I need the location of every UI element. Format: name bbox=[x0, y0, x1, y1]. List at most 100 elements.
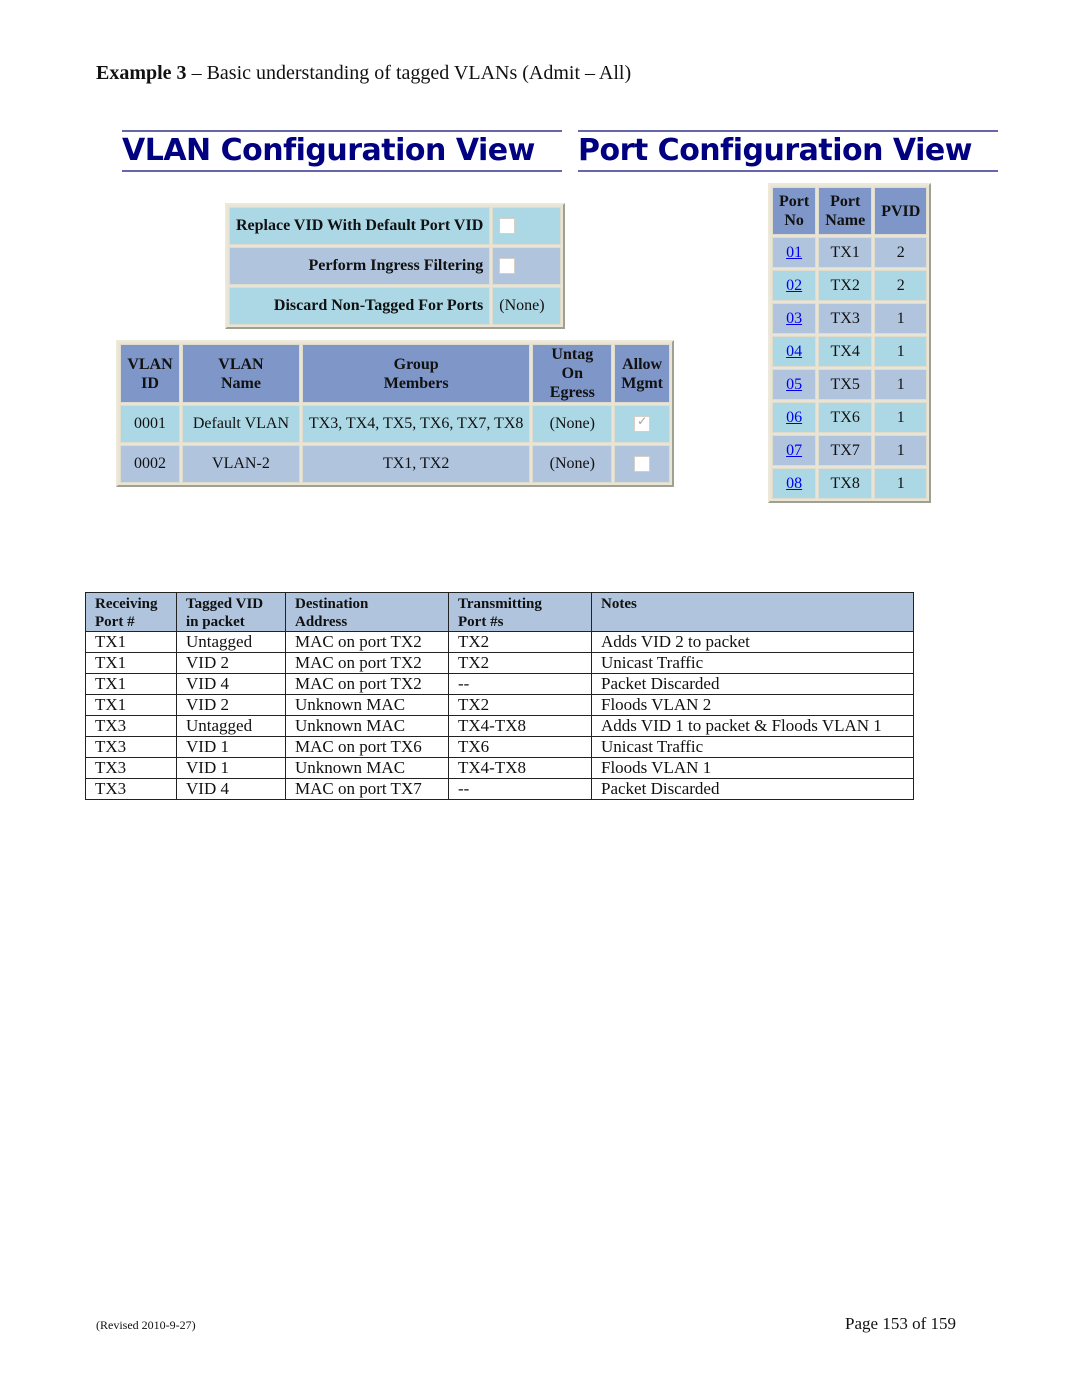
port-number-link[interactable]: 04 bbox=[786, 343, 802, 360]
port-name: TX7 bbox=[818, 435, 873, 466]
port-row: 08 TX8 1 bbox=[772, 468, 928, 499]
notes: Packet Discarded bbox=[591, 778, 914, 800]
port-number-link[interactable]: 06 bbox=[786, 409, 802, 426]
port-pvid: 1 bbox=[874, 369, 928, 400]
vlan-name: VLAN-2 bbox=[181, 445, 300, 483]
col-notes: Notes bbox=[591, 592, 914, 632]
port-pvid: 2 bbox=[874, 270, 928, 301]
traffic-row: TX3 VID 4 MAC on port TX7 -- Packet Discarde… bbox=[85, 778, 914, 800]
transmitting-ports: -- bbox=[448, 778, 592, 800]
tagged-vid: VID 2 bbox=[176, 652, 286, 674]
vlan-name: Default VLAN bbox=[181, 405, 300, 443]
notes: Unicast Traffic bbox=[591, 736, 914, 758]
traffic-row: TX1 VID 2 Unknown MAC TX2 Floods VLAN 2 bbox=[85, 694, 914, 716]
example-heading-text: – Basic understanding of tagged VLANs (A… bbox=[186, 62, 632, 84]
notes: Packet Discarded bbox=[591, 673, 914, 695]
traffic-row: TX3 VID 1 Unknown MAC TX4-TX8 Floods VLAN 1 bbox=[85, 757, 914, 779]
tagged-vid: VID 1 bbox=[176, 757, 286, 779]
allow-mgmt-checkbox[interactable] bbox=[634, 456, 651, 473]
notes: Unicast Traffic bbox=[591, 652, 914, 674]
allow-mgmt-checkbox[interactable] bbox=[634, 414, 651, 433]
port-row: 05 TX5 1 bbox=[772, 369, 928, 400]
vlan-table: VLAN ID VLAN Name Group Members Untag On Egr… bbox=[116, 340, 674, 487]
page-number: Page 153 of 159 bbox=[845, 1314, 956, 1333]
transmitting-ports: TX2 bbox=[448, 694, 592, 716]
example-heading-bold: Example 3 bbox=[96, 62, 187, 84]
port-pvid: 1 bbox=[874, 468, 928, 499]
vlan-id: 0002 bbox=[120, 445, 180, 483]
vlan-id: 0001 bbox=[120, 405, 180, 443]
receiving-port: TX3 bbox=[85, 715, 177, 737]
port-number-link[interactable]: 03 bbox=[786, 310, 802, 327]
col-vlan-id: VLAN ID bbox=[120, 344, 180, 403]
option-row-replace-vid: Replace VID With Default Port VID bbox=[229, 207, 561, 245]
destination-address: Unknown MAC bbox=[285, 715, 449, 737]
port-number-link[interactable]: 02 bbox=[786, 277, 802, 294]
port-number-link[interactable]: 08 bbox=[786, 475, 802, 492]
port-name: TX6 bbox=[818, 402, 873, 433]
vlan-table-header: VLAN ID VLAN Name Group Members Untag On Egr… bbox=[120, 344, 670, 403]
option-label: Replace VID With Default Port VID bbox=[229, 207, 491, 245]
option-row-ingress-filtering: Perform Ingress Filtering bbox=[229, 247, 561, 285]
port-name: TX4 bbox=[818, 336, 873, 367]
port-pvid: 1 bbox=[874, 435, 928, 466]
col-pvid: PVID bbox=[874, 187, 928, 235]
col-port-no: Port No bbox=[772, 187, 817, 235]
replace-vid-checkbox[interactable] bbox=[499, 218, 516, 235]
port-number-link[interactable]: 07 bbox=[786, 442, 802, 459]
port-row: 03 TX3 1 bbox=[772, 303, 928, 334]
col-tagged-vid: Tagged VID in packet bbox=[176, 592, 286, 632]
destination-address: MAC on port TX6 bbox=[285, 736, 449, 758]
notes: Floods VLAN 2 bbox=[591, 694, 914, 716]
port-number-link[interactable]: 01 bbox=[786, 244, 802, 261]
port-configuration-view-title: Port Configuration View bbox=[578, 130, 998, 172]
option-row-discard-non-tagged: Discard Non-Tagged For Ports (None) bbox=[229, 287, 561, 325]
col-destination: Destination Address bbox=[285, 592, 449, 632]
port-number-link[interactable]: 05 bbox=[786, 376, 802, 393]
notes: Adds VID 1 to packet & Floods VLAN 1 bbox=[591, 715, 914, 737]
vlan-untag: (None) bbox=[532, 445, 613, 483]
notes: Adds VID 2 to packet bbox=[591, 631, 914, 653]
transmitting-ports: -- bbox=[448, 673, 592, 695]
port-pvid: 2 bbox=[874, 237, 928, 268]
port-name: TX2 bbox=[818, 270, 873, 301]
tagged-vid: Untagged bbox=[176, 715, 286, 737]
tagged-vid: VID 2 bbox=[176, 694, 286, 716]
receiving-port: TX1 bbox=[85, 652, 177, 674]
receiving-port: TX1 bbox=[85, 631, 177, 653]
tagged-vid: VID 4 bbox=[176, 778, 286, 800]
destination-address: MAC on port TX2 bbox=[285, 652, 449, 674]
port-table: Port No Port Name PVID 01 TX1 2 02 TX2 2 03 TX3 1 0… bbox=[768, 183, 932, 503]
vlan-row: 0002 VLAN-2 TX1, TX2 (None) bbox=[120, 445, 670, 483]
col-port-name: Port Name bbox=[818, 187, 873, 235]
destination-address: MAC on port TX2 bbox=[285, 673, 449, 695]
receiving-port: TX3 bbox=[85, 778, 177, 800]
col-untag-on-egress: Untag On Egress bbox=[532, 344, 613, 403]
port-pvid: 1 bbox=[874, 303, 928, 334]
destination-address: Unknown MAC bbox=[285, 694, 449, 716]
option-label: Perform Ingress Filtering bbox=[229, 247, 491, 285]
vlan-members: TX1, TX2 bbox=[301, 445, 531, 483]
example-heading: Example 3 – Basic understanding of tagge… bbox=[96, 62, 631, 85]
vlan-untag: (None) bbox=[532, 405, 613, 443]
vlan-configuration-view-title: VLAN Configuration View bbox=[122, 130, 562, 172]
col-vlan-name: VLAN Name bbox=[181, 344, 300, 403]
traffic-row: TX1 VID 2 MAC on port TX2 TX2 Unicast Traffi… bbox=[85, 652, 914, 674]
port-table-header: Port No Port Name PVID bbox=[772, 187, 928, 235]
transmitting-ports: TX2 bbox=[448, 631, 592, 653]
tagged-vid: VID 4 bbox=[176, 673, 286, 695]
destination-address: MAC on port TX2 bbox=[285, 631, 449, 653]
ingress-filtering-checkbox[interactable] bbox=[499, 258, 516, 275]
notes: Floods VLAN 1 bbox=[591, 757, 914, 779]
port-name: TX8 bbox=[818, 468, 873, 499]
traffic-row: TX3 VID 1 MAC on port TX6 TX6 Unicast Traffi… bbox=[85, 736, 914, 758]
transmitting-ports: TX2 bbox=[448, 652, 592, 674]
port-row: 04 TX4 1 bbox=[772, 336, 928, 367]
receiving-port: TX1 bbox=[85, 694, 177, 716]
traffic-table: Receiving Port # Tagged VID in packet Dest… bbox=[85, 592, 914, 800]
transmitting-ports: TX6 bbox=[448, 736, 592, 758]
destination-address: Unknown MAC bbox=[285, 757, 449, 779]
port-row: 06 TX6 1 bbox=[772, 402, 928, 433]
vlan-members: TX3, TX4, TX5, TX6, TX7, TX8 bbox=[301, 405, 531, 443]
tagged-vid: VID 1 bbox=[176, 736, 286, 758]
